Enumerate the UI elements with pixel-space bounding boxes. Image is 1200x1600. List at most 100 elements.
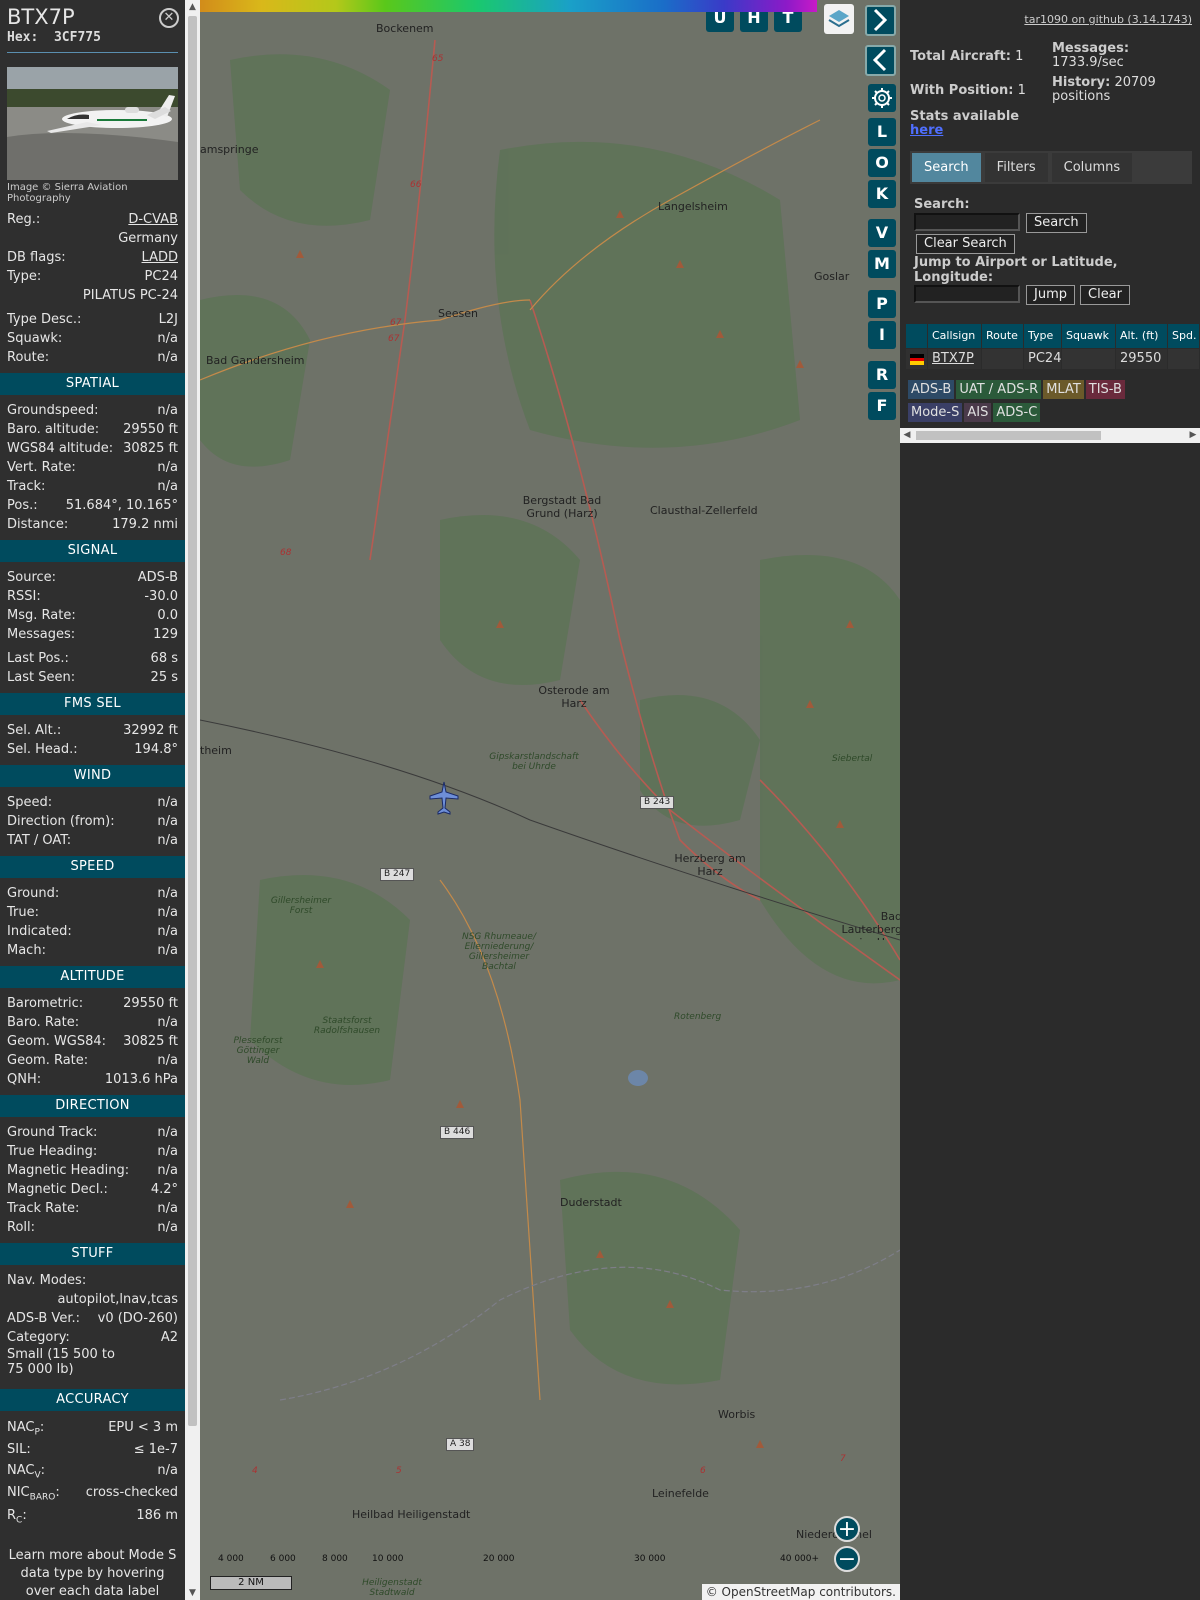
toggle-v-button[interactable]: V [868, 219, 896, 247]
sil-label[interactable]: SIL: [7, 1439, 31, 1461]
nacv-label[interactable]: NACV: [7, 1461, 45, 1481]
chevron-left-icon[interactable] [865, 45, 896, 76]
gt-label[interactable]: Ground Track: [7, 1123, 97, 1142]
section-speed[interactable]: SPEED [0, 856, 185, 878]
toggle-p-button[interactable]: P [868, 290, 896, 318]
messages-label[interactable]: Messages: [7, 625, 75, 644]
md-label[interactable]: Magnetic Decl.: [7, 1180, 108, 1199]
hscroll-thumb[interactable] [916, 431, 1101, 440]
jump-input[interactable] [914, 285, 1020, 303]
close-icon[interactable]: ✕ [159, 8, 179, 28]
zoom-out-button[interactable]: − [834, 1546, 860, 1572]
source-label[interactable]: Source: [7, 568, 56, 587]
th-label[interactable]: True Heading: [7, 1142, 97, 1161]
layers-icon[interactable] [824, 4, 854, 34]
speed-ground-label[interactable]: Ground: [7, 884, 59, 903]
barorate-label[interactable]: Baro. Rate: [7, 1013, 79, 1032]
map-view[interactable]: Bockenem amspringe Langelsheim Goslar Se… [200, 0, 900, 1600]
col-altitude[interactable]: Alt. (ft) [1116, 324, 1168, 348]
tab-columns[interactable]: Columns [1051, 153, 1133, 182]
col-callsign[interactable]: Callsign [928, 324, 982, 348]
aircraft-photo[interactable] [7, 67, 178, 180]
col-squawk[interactable]: Squawk [1062, 324, 1116, 348]
row-callsign-link[interactable]: BTX7P [928, 349, 982, 369]
stats-here-link[interactable]: here [910, 123, 943, 138]
lastseen-label[interactable]: Last Seen: [7, 668, 75, 687]
chevron-right-icon[interactable] [865, 5, 896, 36]
scroll-left-icon[interactable]: ◀ [900, 428, 914, 443]
toggle-f-button[interactable]: F [868, 392, 896, 420]
nav-modes-label[interactable]: Nav. Modes: [7, 1271, 86, 1290]
table-row[interactable]: BTX7P PC24 29550 [906, 349, 1200, 369]
groundspeed-label[interactable]: Groundspeed: [7, 401, 98, 420]
geom-label[interactable]: Geom. WGS84: [7, 1032, 106, 1051]
tat-label[interactable]: TAT / OAT: [7, 831, 71, 850]
rssi-label[interactable]: RSSI: [7, 587, 41, 606]
toggle-i-button[interactable]: I [868, 321, 896, 349]
search-input[interactable] [914, 213, 1020, 231]
aircraft-marker-icon[interactable] [428, 780, 460, 816]
search-button[interactable]: Search [1026, 213, 1087, 233]
reg-link[interactable]: D-CVAB [128, 210, 178, 229]
scroll-up-icon[interactable]: ▲ [185, 0, 200, 14]
version-link[interactable]: tar1090 on github (3.14.1743) [1024, 13, 1192, 26]
table-horizontal-scrollbar[interactable]: ◀ ▶ [900, 428, 1200, 443]
section-altitude[interactable]: ALTITUDE [0, 966, 185, 988]
alt-baro-label[interactable]: Barometric: [7, 994, 83, 1013]
zoom-in-button[interactable]: + [834, 1516, 860, 1542]
scroll-down-icon[interactable]: ▼ [185, 1586, 200, 1600]
gear-icon[interactable] [868, 84, 896, 112]
selhead-label[interactable]: Sel. Head.: [7, 740, 78, 759]
nacp-label[interactable]: NACP: [7, 1417, 44, 1439]
section-direction[interactable]: DIRECTION [0, 1095, 185, 1117]
sidebar-scrollbar[interactable]: ▲ ▼ [185, 0, 200, 1600]
toggle-o-button[interactable]: O [868, 149, 896, 177]
clear-search-button[interactable]: Clear Search [916, 234, 1015, 254]
mh-label[interactable]: Magnetic Heading: [7, 1161, 129, 1180]
scroll-thumb[interactable] [188, 16, 197, 1426]
toggle-k-button[interactable]: K [868, 180, 896, 208]
speed-true-label[interactable]: True: [7, 903, 39, 922]
clear-button[interactable]: Clear [1080, 285, 1130, 305]
jump-button[interactable]: Jump [1026, 285, 1075, 305]
speed-ind-label[interactable]: Indicated: [7, 922, 72, 941]
mach-label[interactable]: Mach: [7, 941, 46, 960]
col-speed[interactable]: Spd. [1168, 324, 1200, 348]
msgrate-label[interactable]: Msg. Rate: [7, 606, 76, 625]
rc-label[interactable]: RC: [7, 1505, 27, 1527]
tr-label[interactable]: Track Rate: [7, 1199, 79, 1218]
osm-link[interactable]: OpenStreetMap [722, 1585, 816, 1599]
roll-label[interactable]: Roll: [7, 1218, 35, 1237]
scroll-right-icon[interactable]: ▶ [1186, 428, 1200, 443]
col-route[interactable]: Route [982, 324, 1024, 348]
pos-label[interactable]: Pos.: [7, 496, 38, 515]
section-fms-sel[interactable]: FMS SEL [0, 693, 185, 715]
qnh-label[interactable]: QNH: [7, 1070, 41, 1089]
wgs-alt-label[interactable]: WGS84 altitude: [7, 439, 113, 458]
dbflags-link[interactable]: LADD [142, 248, 178, 267]
col-flag[interactable] [906, 324, 928, 348]
wind-dir-label[interactable]: Direction (from): [7, 812, 115, 831]
toggle-l-button[interactable]: L [868, 118, 896, 146]
section-signal[interactable]: SIGNAL [0, 540, 185, 562]
tab-search[interactable]: Search [912, 153, 981, 182]
wind-speed-label[interactable]: Speed: [7, 793, 52, 812]
track-label[interactable]: Track: [7, 477, 45, 496]
toggle-r-button[interactable]: R [868, 361, 896, 389]
distance-label[interactable]: Distance: [7, 515, 68, 534]
section-wind[interactable]: WIND [0, 765, 185, 787]
baro-alt-label[interactable]: Baro. altitude: [7, 420, 99, 439]
section-stuff[interactable]: STUFF [0, 1243, 185, 1265]
tab-filters[interactable]: Filters [984, 153, 1048, 182]
adsb-ver-label[interactable]: ADS-B Ver.: [7, 1309, 80, 1328]
selalt-label[interactable]: Sel. Alt.: [7, 721, 61, 740]
geomrate-label[interactable]: Geom. Rate: [7, 1051, 88, 1070]
toggle-m-button[interactable]: M [868, 250, 896, 278]
nic-label[interactable]: NICBARO: [7, 1481, 60, 1505]
section-accuracy[interactable]: ACCURACY [0, 1389, 185, 1411]
lastpos-label[interactable]: Last Pos.: [7, 649, 69, 668]
category-label[interactable]: Category: [7, 1328, 70, 1347]
section-spatial[interactable]: SPATIAL [0, 373, 185, 395]
vert-rate-label[interactable]: Vert. Rate: [7, 458, 76, 477]
col-type[interactable]: Type [1024, 324, 1062, 348]
